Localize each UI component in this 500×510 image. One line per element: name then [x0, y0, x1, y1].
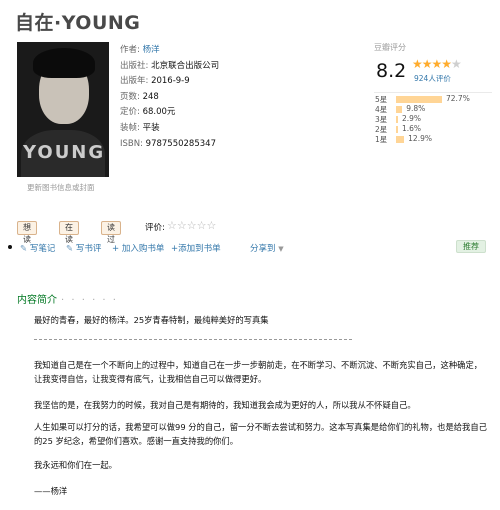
info-pages-row: 页数: 248 [120, 90, 219, 106]
binding-value: 平装 [142, 122, 160, 133]
rating-dist-row: 1星 12.9% [374, 134, 492, 144]
intro-signature: ——杨洋 [34, 486, 68, 496]
rating-dist-row: 3星 2.9% [374, 114, 492, 124]
price-label: 定价: [120, 107, 140, 118]
rating-divider [374, 92, 492, 93]
caret-down-icon: ▼ [278, 245, 284, 253]
rating-heading: 豆瓣评分 [374, 43, 406, 52]
add-to-cart-label: 加入购书单 [121, 244, 165, 254]
cover-brand-text: YOUNG [23, 142, 106, 163]
info-publisher-row: 出版社: 北京联合出版公司 [120, 59, 219, 75]
have-read-button[interactable]: 读过 [101, 221, 121, 244]
rating-dist-percent: 9.8% [406, 104, 426, 113]
rating-dist-row: 2星 1.6% [374, 124, 492, 134]
rating-dist-percent: 12.9% [408, 134, 432, 143]
intro-divider [34, 339, 352, 340]
plus-icon: + [112, 244, 120, 254]
rating-dist-row: 5星 72.7% [374, 94, 492, 104]
write-review-label: 写书评 [75, 244, 102, 254]
cover-figure-hair [33, 48, 95, 78]
author-link[interactable]: 杨洋 [143, 45, 160, 55]
rating-dist-bar [396, 106, 403, 113]
rating-count-link[interactable]: 924人评价 [414, 73, 451, 84]
rating-dist-percent: 72.7% [446, 94, 470, 103]
isbn-value: 9787550285347 [145, 138, 216, 149]
star-empty-icon: ★ [451, 57, 462, 71]
pubdate-label: 出版年: [120, 76, 149, 87]
rating-dist-row: 4星 9.8% [374, 104, 492, 114]
price-value: 68.00元 [142, 107, 176, 118]
intro-paragraph-4: 人生如果可以打分的话，我希望可以做99 分的自己，留一分不断去尝试和努力。这本写… [34, 422, 487, 446]
intro-paragraph-3: 我坚信的是，在我努力的时候，我对自己是有期待的，我知道我会成为更好的人，所以我从… [34, 400, 416, 410]
pubdate-value: 2016-9-9 [151, 76, 190, 87]
author-label: 作者: [120, 45, 140, 55]
rating-score: 8.2 [376, 60, 407, 82]
info-author-row: 作者: 杨洋 [120, 43, 219, 59]
intro-paragraph-2: 我知道自己是在一个不断向上的过程中，知道自己在一步一步朝前走，在不断学习、不断沉… [34, 360, 483, 384]
rating-dist-bar [396, 126, 398, 133]
book-title: 自在·YOUNG [15, 12, 141, 34]
publisher-label: 出版社: [120, 60, 149, 71]
share-label: 分享到 [250, 244, 276, 254]
update-cover-link[interactable]: 更新图书信息或封面 [27, 182, 95, 193]
rating-dist-bar [396, 96, 442, 103]
pages-value: 248 [142, 91, 159, 102]
book-cover-image[interactable]: YOUNG [17, 42, 109, 177]
book-info: 作者: 杨洋 出版社: 北京联合出版公司 出版年: 2016-9-9 页数: 2… [120, 43, 219, 152]
pencil-icon: ✎ [66, 244, 74, 254]
list-bullet [8, 245, 12, 249]
rating-panel: 豆瓣评分 8.2 ★★★★★ 924人评价 5星 72.7% 4星 9.8% 3星 2.9… [374, 42, 492, 144]
share-dropdown[interactable]: 分享到 ▼ [250, 242, 284, 254]
rating-dist-percent: 1.6% [402, 124, 422, 133]
add-to-list-label: 添加到书单 [178, 244, 221, 254]
add-to-list-link[interactable]: +添加到书单 [171, 242, 221, 254]
want-to-read-button[interactable]: 想读 [17, 221, 37, 244]
info-isbn-row: ISBN: 9787550285347 [120, 137, 219, 153]
recommend-button[interactable]: 推荐 [456, 240, 486, 253]
intro-title-text: 内容简介 [17, 295, 57, 306]
intro-section-title: 内容简介 · · · · · · [17, 291, 118, 306]
star-filled-icon: ★★★★ [412, 57, 452, 71]
binding-label: 装帧: [120, 122, 140, 133]
info-price-row: 定价: 68.00元 [120, 105, 219, 121]
intro-title-dots: · · · · · · [61, 295, 118, 306]
isbn-label: ISBN: [120, 138, 143, 149]
rating-stars: ★★★★★ [412, 57, 462, 71]
reading-button[interactable]: 在读 [59, 221, 79, 244]
intro-paragraph-5: 我永远和你们在一起。 [34, 460, 117, 470]
write-note-label: 写笔记 [29, 244, 56, 254]
pencil-icon: ✎ [20, 244, 28, 254]
rating-dist-bar [396, 116, 398, 123]
write-note-link[interactable]: ✎ 写笔记 [20, 242, 55, 254]
pages-label: 页数: [120, 91, 140, 102]
info-binding-row: 装帧: 平装 [120, 121, 219, 137]
info-pubdate-row: 出版年: 2016-9-9 [120, 74, 219, 90]
rate-label: 评价: [145, 223, 165, 233]
rate-stars-input[interactable]: ☆☆☆☆☆ [167, 219, 216, 232]
rating-dist-label: 1星 [375, 135, 388, 144]
write-review-link[interactable]: ✎ 写书评 [66, 242, 101, 254]
publisher-value: 北京联合出版公司 [151, 60, 220, 71]
intro-paragraph-1: 最好的青春，最好的杨洋。25岁青春特制，最纯粹美好的写真集 [34, 315, 269, 325]
rating-dist-bar [396, 136, 405, 143]
rating-dist-percent: 2.9% [402, 114, 422, 123]
add-to-cart-link[interactable]: + 加入购书单 [112, 242, 164, 254]
